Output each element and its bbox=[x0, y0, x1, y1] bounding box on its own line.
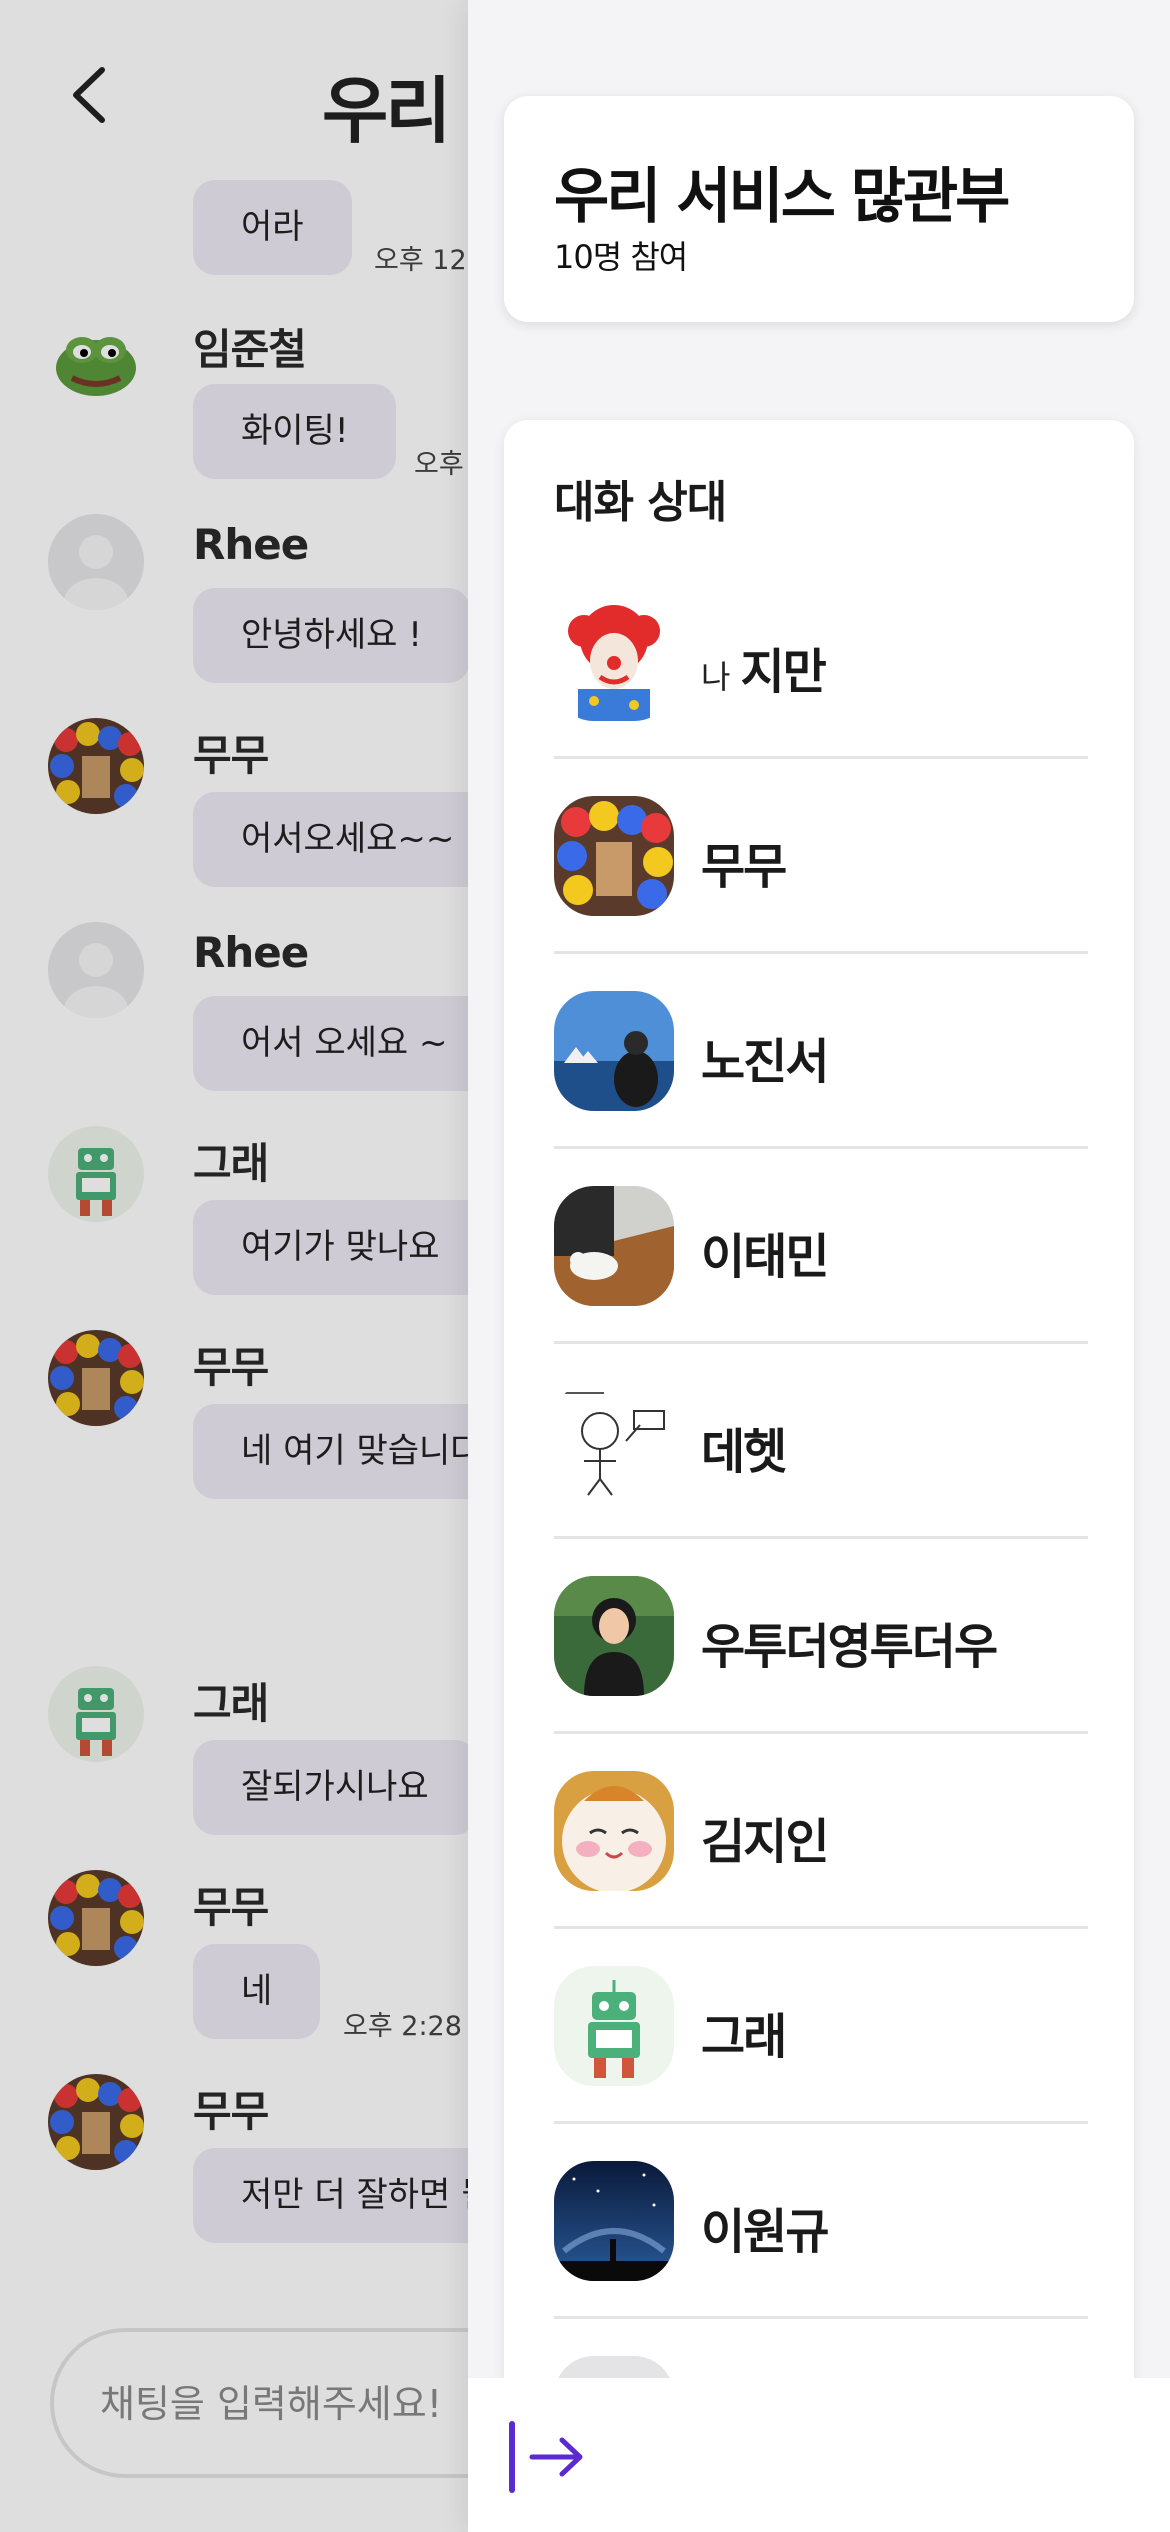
avatar-doodle bbox=[554, 1381, 674, 1501]
member-item[interactable]: 이원규 bbox=[554, 2124, 1088, 2319]
me-label: 나 bbox=[701, 658, 730, 696]
avatar-hamster bbox=[554, 1771, 674, 1891]
avatar-harbor bbox=[554, 991, 674, 1111]
member-item[interactable]: 우투더영투더우 bbox=[554, 1539, 1088, 1734]
member-name: 이태민 bbox=[701, 1229, 829, 1285]
member-item[interactable]: 데헷 bbox=[554, 1344, 1088, 1539]
member-name: 우투더영투더우 bbox=[701, 1619, 998, 1675]
member-item[interactable]: 그래 bbox=[554, 1929, 1088, 2124]
avatar-balloons bbox=[554, 796, 674, 916]
member-name: 이원규 bbox=[701, 2204, 829, 2260]
room-info-card: 우리 서비스 많관부 10명 참여 bbox=[504, 96, 1134, 322]
exit-room-button[interactable] bbox=[506, 2412, 596, 2502]
member-name: 나 지만 bbox=[701, 644, 827, 700]
member-item-me[interactable]: 나 지만 bbox=[554, 564, 1088, 759]
member-name: 데헷 bbox=[701, 1424, 787, 1480]
members-heading: 대화 상대 bbox=[554, 477, 727, 528]
members-card: 대화 상대 나 지만 무무 노진서 이태민 데헷 우투더영투더우 김지인 그래 … bbox=[504, 420, 1134, 2532]
exit-arrow-icon bbox=[509, 2421, 583, 2493]
member-item[interactable]: 김지인 bbox=[554, 1734, 1088, 1929]
avatar-clown bbox=[554, 601, 674, 721]
avatar-dog bbox=[554, 1186, 674, 1306]
member-item[interactable]: 무무 bbox=[554, 759, 1088, 954]
member-name: 노진서 bbox=[701, 1034, 829, 1090]
participant-count: 10명 참여 bbox=[554, 238, 688, 276]
avatar-night-sky bbox=[554, 2161, 674, 2281]
avatar-robot bbox=[554, 1966, 674, 2086]
member-item[interactable]: 노진서 bbox=[554, 954, 1088, 1149]
room-title: 우리 서비스 많관부 bbox=[554, 162, 1010, 232]
member-name: 그래 bbox=[701, 2009, 787, 2065]
member-name: 김지인 bbox=[701, 1814, 829, 1870]
drawer-footer bbox=[468, 2378, 1170, 2532]
side-drawer: 우리 서비스 많관부 10명 참여 대화 상대 나 지만 무무 노진서 이태민 … bbox=[468, 0, 1170, 2532]
member-name: 무무 bbox=[701, 839, 787, 895]
avatar-person bbox=[554, 1576, 674, 1696]
member-list: 나 지만 무무 노진서 이태민 데헷 우투더영투더우 김지인 그래 이원규 bbox=[554, 564, 1088, 2514]
member-item[interactable]: 이태민 bbox=[554, 1149, 1088, 1344]
